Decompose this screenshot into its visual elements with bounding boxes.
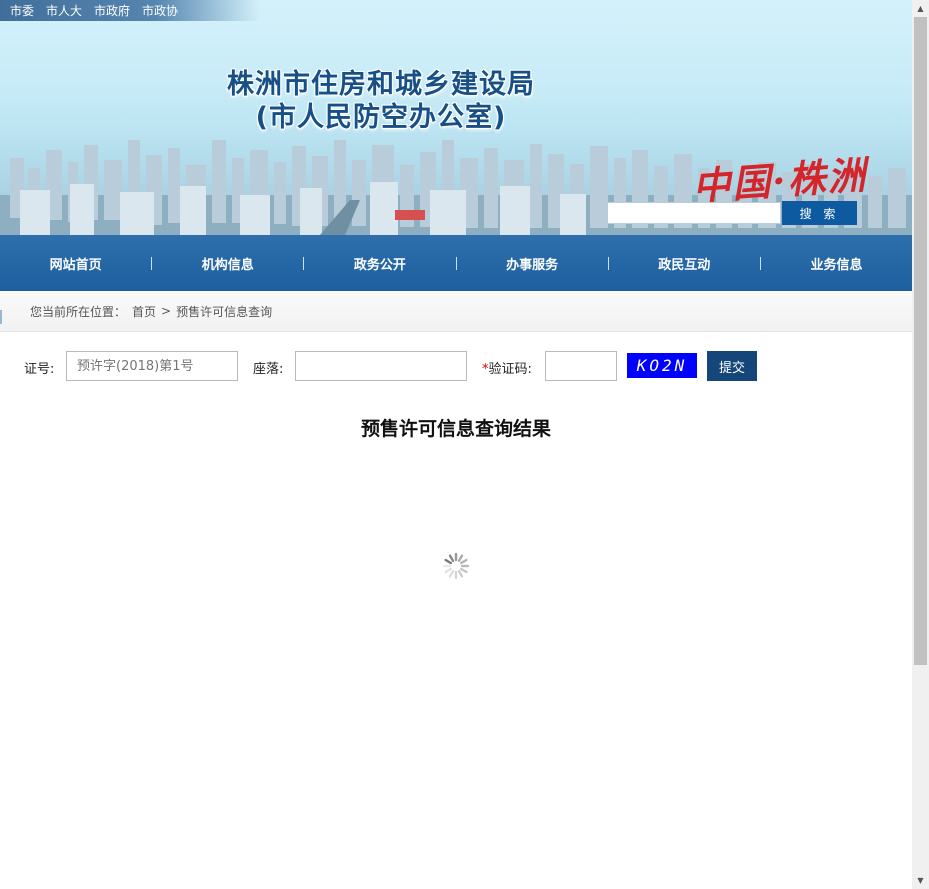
location-input[interactable]	[295, 351, 467, 381]
breadcrumb-marker	[0, 310, 2, 324]
nav-item-gov-affairs[interactable]: 政务公开	[304, 254, 455, 273]
nav-item-interaction[interactable]: 政民互动	[609, 254, 760, 273]
page: 市委 市人大 市政府 市政协 株洲市住房和城乡建设局 (市人民防空办公室) 中国…	[0, 0, 912, 889]
cert-number-label: 证号:	[24, 362, 55, 377]
top-link-cppcc[interactable]: 市政协	[142, 2, 178, 19]
breadcrumb-separator: >	[161, 304, 172, 318]
loading-spinner-icon	[442, 552, 470, 580]
site-search-input[interactable]	[607, 202, 781, 224]
captcha-label-text: 验证码:	[488, 362, 532, 377]
breadcrumb: 您当前所在位置： 首页 > 预售许可信息查询	[0, 291, 912, 332]
submit-button[interactable]: 提交	[707, 351, 757, 381]
captcha-input[interactable]	[545, 351, 617, 381]
vertical-scrollbar[interactable]: ▲ ▼	[912, 0, 929, 889]
top-link-party[interactable]: 市委	[10, 2, 34, 19]
nav-item-organization[interactable]: 机构信息	[152, 254, 303, 273]
site-search-button[interactable]: 搜 索	[782, 201, 857, 225]
top-link-government[interactable]: 市政府	[94, 2, 130, 19]
breadcrumb-current: 预售许可信息查询	[176, 304, 273, 319]
header-banner: 市委 市人大 市政府 市政协 株洲市住房和城乡建设局 (市人民防空办公室) 中国…	[0, 0, 912, 235]
scrollbar-thumb[interactable]	[914, 17, 927, 665]
scroll-up-arrow-icon[interactable]: ▲	[912, 0, 929, 17]
breadcrumb-prefix: 您当前所在位置：	[30, 304, 127, 319]
cert-number-input[interactable]	[66, 351, 238, 381]
captcha-label: *验证码:	[482, 358, 532, 377]
location-label: 座落:	[253, 362, 284, 377]
site-title: 株洲市住房和城乡建设局 (市人民防空办公室)	[0, 68, 912, 134]
site-title-line1: 株洲市住房和城乡建设局	[227, 69, 535, 100]
scroll-down-arrow-icon[interactable]: ▼	[912, 872, 929, 889]
nav-item-services[interactable]: 办事服务	[457, 254, 608, 273]
breadcrumb-home-link[interactable]: 首页	[132, 303, 156, 320]
result-title: 预售许可信息查询结果	[360, 418, 551, 440]
nav-item-business[interactable]: 业务信息	[761, 254, 912, 273]
nav-item-home[interactable]: 网站首页	[0, 254, 151, 273]
top-link-congress[interactable]: 市人大	[46, 2, 82, 19]
site-title-line2: (市人民防空办公室)	[255, 102, 507, 133]
main-nav: 网站首页 机构信息 政务公开 办事服务 政民互动 业务信息	[0, 235, 912, 291]
query-form: 证号: 座落: *验证码: KO2N 提交	[24, 350, 824, 381]
captcha-image[interactable]: KO2N	[627, 353, 697, 378]
top-links-bar: 市委 市人大 市政府 市政协	[0, 0, 260, 21]
